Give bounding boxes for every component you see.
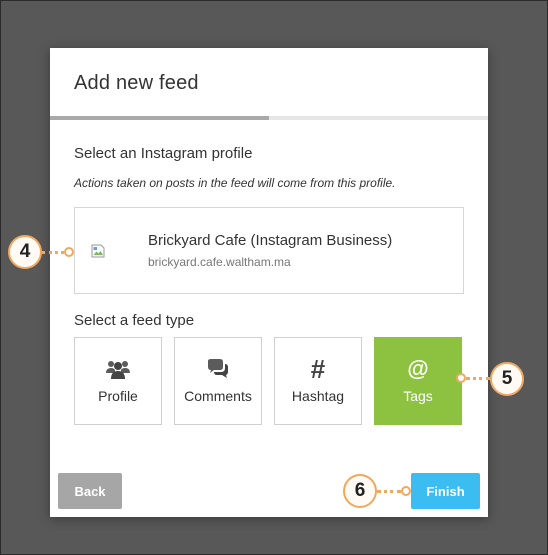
- feed-type-label: Tags: [403, 388, 433, 404]
- at-icon: @: [407, 356, 429, 381]
- add-feed-modal: Add new feed Select an Instagram profile…: [50, 48, 488, 517]
- callout-pin: [64, 247, 74, 257]
- instagram-profile-card[interactable]: Brickyard Cafe (Instagram Business) bric…: [74, 207, 464, 294]
- feed-type-label: Comments: [184, 388, 252, 404]
- users-icon: [106, 361, 130, 379]
- wizard-progress-fill: [50, 116, 269, 120]
- callout-leader: [42, 251, 64, 254]
- callout-pin: [401, 486, 411, 496]
- profile-handle: brickyard.cafe.waltham.ma: [148, 255, 291, 269]
- feed-type-tags[interactable]: @ Tags: [374, 337, 462, 425]
- feed-type-label: Hashtag: [291, 388, 345, 404]
- profile-section-heading: Select an Instagram profile: [74, 145, 253, 162]
- profile-section-hint: Actions taken on posts in the feed will …: [74, 176, 396, 190]
- callout-leader: [377, 490, 401, 493]
- callout-pin: [456, 373, 466, 383]
- broken-image-icon: [91, 244, 105, 258]
- comments-icon: [208, 359, 228, 378]
- feed-type-comments[interactable]: Comments: [174, 337, 262, 425]
- callout-marker: 6: [343, 474, 377, 508]
- wizard-progress-bar: [50, 116, 488, 120]
- feed-type-label: Profile: [98, 388, 138, 404]
- feed-type-heading: Select a feed type: [74, 312, 195, 329]
- callout-marker: 5: [490, 362, 524, 396]
- back-button[interactable]: Back: [58, 473, 122, 509]
- callout-leader: [466, 377, 490, 380]
- callout-marker: 4: [8, 235, 42, 269]
- finish-button[interactable]: Finish: [411, 473, 480, 509]
- feed-type-hashtag[interactable]: # Hashtag: [274, 337, 362, 425]
- hashtag-icon: #: [310, 354, 326, 384]
- modal-title: Add new feed: [74, 72, 199, 94]
- feed-type-profile[interactable]: Profile: [74, 337, 162, 425]
- profile-name: Brickyard Cafe (Instagram Business): [148, 232, 393, 249]
